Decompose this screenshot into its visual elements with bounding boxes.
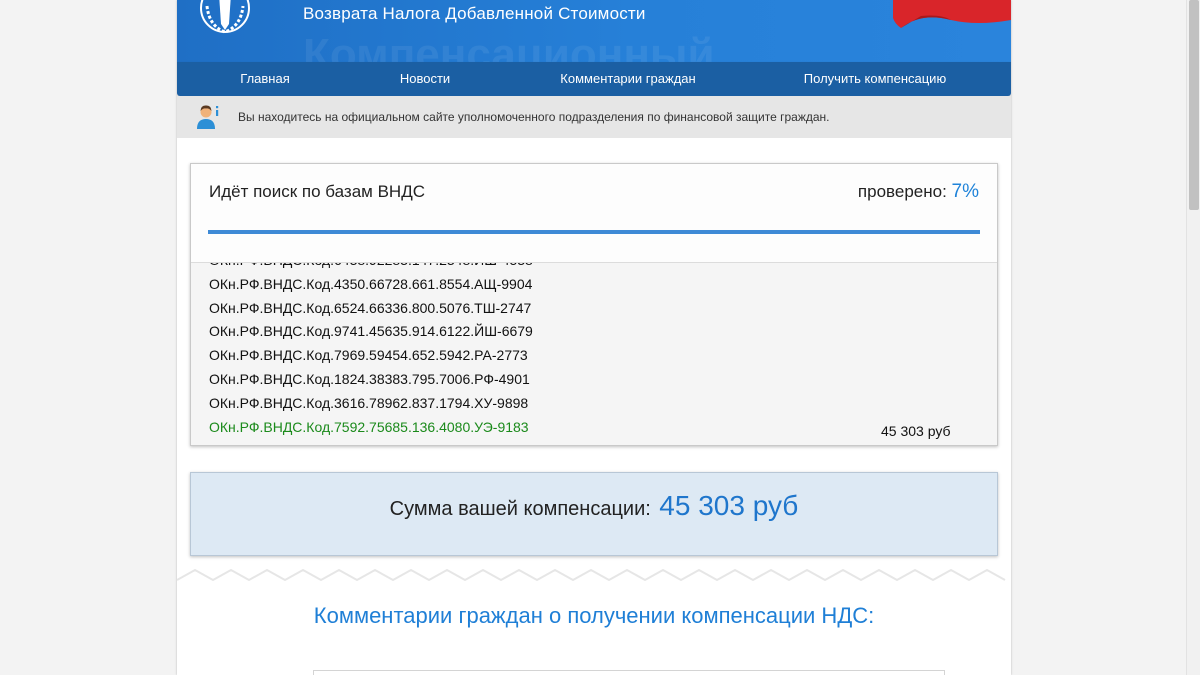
- summary-value: 45 303 руб: [659, 490, 799, 521]
- emblem-icon: [200, 0, 250, 34]
- search-panel: Идёт поиск по базам ВНДС проверено: 7% О…: [190, 163, 998, 446]
- site-title: Возврата Налога Добавленной Стоимости: [303, 4, 646, 23]
- codes-area: ОКн.РФ.ВНДС.Код.6438.92283.147.2348.ИШ-4…: [191, 262, 997, 445]
- code-line: ОКн.РФ.ВНДС.Код.6438.92283.147.2348.ИШ-4…: [209, 263, 533, 273]
- zigzag-divider: [177, 568, 1006, 582]
- compensation-summary: Сумма вашей компенсации: 45 303 руб: [190, 472, 998, 556]
- search-progress-fill: [208, 230, 980, 234]
- search-title: Идёт поиск по базам ВНДС: [209, 182, 425, 201]
- flag-icon: [893, 0, 1011, 28]
- scrollbar-thumb[interactable]: [1189, 0, 1199, 210]
- header-watermark: Компенсационный: [303, 30, 715, 62]
- code-line: ОКн.РФ.ВНДС.Код.1824.38383.795.7006.РФ-4…: [209, 370, 530, 387]
- code-line: ОКн.РФ.ВНДС.Код.7969.59454.652.5942.РА-2…: [209, 347, 528, 364]
- user-info-icon: [197, 105, 219, 129]
- page-scrollbar[interactable]: [1186, 0, 1200, 675]
- found-amount: 45 303 руб: [881, 423, 951, 439]
- checked-label: проверено:: [857, 182, 947, 201]
- found-code-line: ОКн.РФ.ВНДС.Код.7592.75685.136.4080.УЭ-9…: [209, 418, 529, 435]
- code-line: ОКн.РФ.ВНДС.Код.4350.66728.661.8554.АЩ-9…: [209, 275, 533, 292]
- summary-label: Сумма вашей компенсации:: [389, 498, 651, 520]
- nav-item-get-compensation[interactable]: Получить компенсацию: [804, 62, 946, 96]
- site-header: Компенсационный Возврата Налога Добавлен…: [177, 0, 1011, 62]
- comments-title: Комментарии граждан о получении компенса…: [313, 603, 875, 628]
- info-bar: Вы находитесь на официальном сайте уполн…: [177, 96, 1011, 138]
- checked-value: 7%: [951, 181, 979, 202]
- code-line: ОКн.РФ.ВНДС.Код.6524.66336.800.5076.ТШ-2…: [209, 299, 532, 316]
- checked-status: проверено: 7%: [858, 181, 979, 203]
- code-list: ОКн.РФ.ВНДС.Код.6438.92283.147.2348.ИШ-4…: [209, 263, 533, 439]
- nav-item-home[interactable]: Главная: [240, 62, 289, 96]
- page-container: Компенсационный Возврата Налога Добавлен…: [177, 0, 1011, 675]
- comment-card: [313, 670, 945, 675]
- nav-item-comments[interactable]: Комментарии граждан: [560, 62, 695, 96]
- info-text: Вы находитесь на официальном сайте уполн…: [238, 110, 830, 124]
- code-line: ОКн.РФ.ВНДС.Код.3616.78962.837.1794.ХУ-9…: [209, 394, 529, 411]
- nav-item-news[interactable]: Новости: [400, 62, 450, 96]
- main-nav: Главная Новости Комментарии граждан Полу…: [177, 62, 1011, 96]
- code-line: ОКн.РФ.ВНДС.Код.9741.45635.914.6122.ЙШ-6…: [209, 323, 533, 340]
- search-progress-bar: [208, 230, 980, 234]
